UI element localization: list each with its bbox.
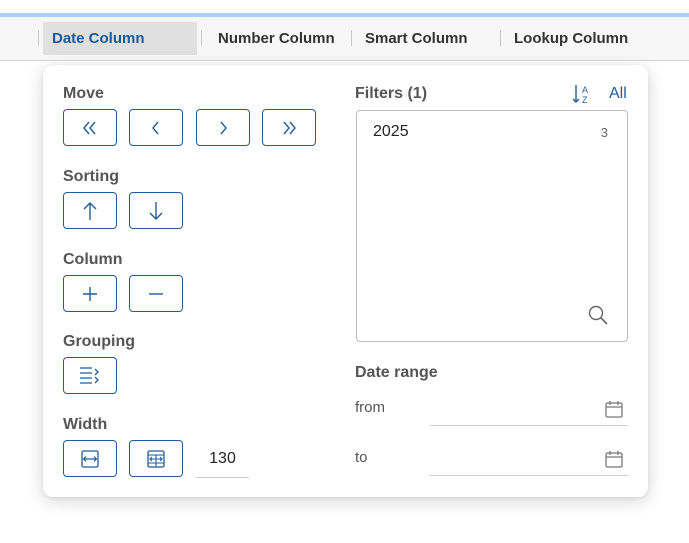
add-column-button[interactable] (63, 275, 117, 312)
fit-column-width-button[interactable] (63, 440, 117, 477)
header-smart-column[interactable]: Smart Column (356, 22, 468, 55)
search-icon[interactable] (587, 304, 609, 326)
fit-all-columns-button[interactable] (129, 440, 183, 477)
arrow-up-icon (83, 201, 97, 220)
arrow-down-icon (149, 201, 163, 220)
filter-value-item[interactable]: 2025 (373, 123, 409, 141)
chevron-left-icon (152, 121, 159, 134)
column-menu-panel: Move Sorting Column Grouping Width 130 F… (43, 65, 648, 497)
calendar-icon[interactable] (604, 399, 624, 419)
double-chevron-right-icon (283, 121, 296, 134)
date-from-input[interactable] (430, 390, 628, 426)
date-range-title: Date range (355, 364, 438, 381)
sorting-label: Sorting (63, 168, 119, 185)
header-separator (201, 30, 202, 46)
move-prev-button[interactable] (129, 109, 183, 146)
header-separator (500, 30, 501, 46)
group-by-column-button[interactable] (63, 357, 117, 394)
move-label: Move (63, 85, 104, 102)
header-separator (351, 30, 352, 46)
minus-icon (149, 292, 163, 295)
plus-icon (83, 286, 97, 301)
remove-column-button[interactable] (129, 275, 183, 312)
filter-value-count: 3 (600, 125, 608, 140)
move-next-button[interactable] (196, 109, 250, 146)
header-date-column[interactable]: Date Column (43, 22, 197, 55)
svg-text:A: A (582, 85, 588, 95)
fit-width-icon (81, 449, 99, 468)
sort-ascending-button[interactable] (63, 192, 117, 229)
date-from-label: from (355, 399, 385, 416)
width-label: Width (63, 416, 108, 433)
date-to-input[interactable] (430, 440, 628, 476)
calendar-icon[interactable] (604, 449, 624, 469)
fit-table-width-icon (147, 449, 165, 468)
column-label: Column (63, 251, 123, 268)
grid-header: Date Column Number Column Smart Column L… (0, 17, 689, 61)
sort-descending-button[interactable] (129, 192, 183, 229)
chevron-right-icon (220, 121, 227, 134)
group-rows-icon (80, 366, 99, 384)
date-to-label: to (355, 449, 368, 466)
header-separator (38, 30, 39, 46)
select-all-link[interactable]: All (609, 85, 627, 103)
filters-title: Filters (1) (355, 85, 428, 102)
column-width-input[interactable]: 130 (196, 439, 249, 478)
filter-values-list[interactable]: 2025 3 (356, 110, 628, 342)
move-last-button[interactable] (262, 109, 316, 146)
header-number-column[interactable]: Number Column (209, 22, 335, 55)
grouping-label: Grouping (63, 333, 135, 350)
move-first-button[interactable] (63, 109, 117, 146)
header-lookup-column[interactable]: Lookup Column (505, 22, 628, 55)
double-chevron-left-icon (83, 121, 96, 134)
sort-az-icon[interactable]: A Z (571, 83, 593, 105)
svg-text:Z: Z (582, 95, 588, 105)
